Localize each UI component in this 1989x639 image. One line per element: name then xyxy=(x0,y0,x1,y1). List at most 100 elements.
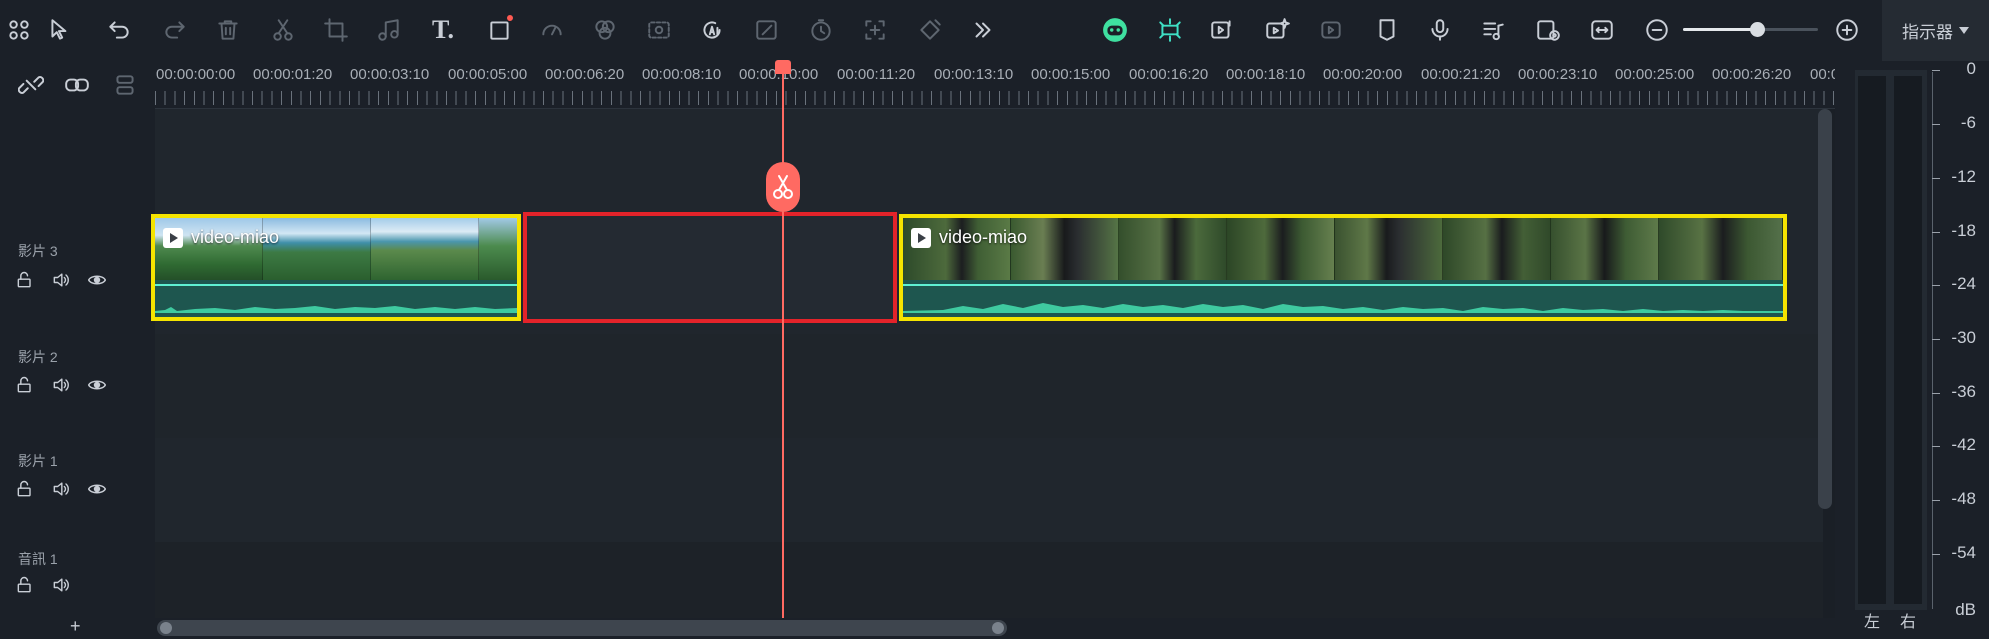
video-clip-beach[interactable]: video-miao xyxy=(151,214,521,321)
unlink-icon[interactable] xyxy=(16,70,46,100)
db-label: -12 xyxy=(1951,167,1976,186)
db-label: 0 xyxy=(1966,59,1976,78)
playhead-handle[interactable] xyxy=(775,60,791,74)
volume-icon[interactable] xyxy=(49,573,73,597)
lock-icon[interactable] xyxy=(13,268,37,292)
more-tools-icon[interactable] xyxy=(968,15,998,45)
timecode-label: 00:00:26:20 xyxy=(1712,66,1792,83)
timecode-label: 00:00:08:10 xyxy=(642,66,722,83)
layout-grid-icon[interactable] xyxy=(4,15,34,45)
lane-video-1[interactable] xyxy=(155,438,1823,542)
volume-icon[interactable] xyxy=(49,477,73,501)
add-track-button[interactable]: + xyxy=(70,616,81,637)
timecode-label: 00:00:06:20 xyxy=(545,66,625,83)
thumbnail-frame xyxy=(1659,218,1783,280)
undo-icon[interactable] xyxy=(104,15,134,45)
text-tool-icon[interactable]: T. xyxy=(428,15,458,45)
ai-video-icon[interactable] xyxy=(1262,15,1292,45)
render-preview-icon[interactable] xyxy=(1316,15,1346,45)
horizontal-scrollbar[interactable] xyxy=(157,620,1007,636)
meter-left-channel xyxy=(1858,76,1886,604)
dropdown-triangle-icon xyxy=(1959,27,1969,34)
timecode-label: 00:00:20:00 xyxy=(1323,66,1403,83)
ai-tool-icon[interactable] xyxy=(697,15,727,45)
select-pointer-icon[interactable] xyxy=(45,15,75,45)
track-header-audio-1: 音訊 1 xyxy=(0,542,155,618)
visibility-eye-icon[interactable] xyxy=(85,268,109,292)
link-clips-icon[interactable] xyxy=(62,70,92,100)
video-editor-timeline: T. 指示器 00:00:00:00 00:00:01:20 00:00:03:… xyxy=(0,0,1989,639)
track-header-video-3: 影片 3 xyxy=(0,109,155,334)
playhead-line[interactable] xyxy=(782,61,784,639)
audio-mixer-icon[interactable] xyxy=(1478,15,1508,45)
preview-quality-icon[interactable] xyxy=(1533,15,1563,45)
color-match-icon[interactable] xyxy=(590,15,620,45)
meter-tick xyxy=(1932,178,1940,179)
shape-box-icon[interactable] xyxy=(485,15,515,45)
clip-name: video-miao xyxy=(939,227,1028,247)
freeze-frame-icon[interactable] xyxy=(860,15,890,45)
meter-right-channel xyxy=(1894,76,1922,604)
timeline-tracks[interactable] xyxy=(155,109,1823,618)
zoom-in-icon[interactable] xyxy=(1832,15,1862,45)
crop-icon[interactable] xyxy=(321,15,351,45)
thumbnail-frame xyxy=(1011,218,1119,280)
split-scissors-icon[interactable] xyxy=(268,15,298,45)
microphone-icon[interactable] xyxy=(1425,15,1455,45)
lock-icon[interactable] xyxy=(13,573,37,597)
meter-tab[interactable]: 指示器 xyxy=(1882,0,1989,61)
audio-music-icon[interactable] xyxy=(374,15,404,45)
timecode-label: 00:00:01:20 xyxy=(253,66,333,83)
lock-icon[interactable] xyxy=(13,373,37,397)
video-clip-photographer[interactable]: video-miao xyxy=(899,214,1787,321)
timecode-label: 00:00:25:00 xyxy=(1615,66,1695,83)
visibility-eye-icon[interactable] xyxy=(85,373,109,397)
track-name: 影片 2 xyxy=(18,349,58,365)
scroll-start-handle[interactable] xyxy=(160,622,172,634)
track-name: 影片 3 xyxy=(18,243,58,259)
meter-tick xyxy=(1932,285,1940,286)
clip-audio-waveform xyxy=(155,280,517,317)
ai-edit-icon[interactable] xyxy=(752,15,782,45)
lane-audio-1[interactable] xyxy=(155,542,1823,618)
meter-tick xyxy=(1932,124,1940,125)
scroll-end-handle[interactable] xyxy=(992,622,1004,634)
thumbnail-frame xyxy=(1551,218,1659,280)
timecode-label: 00:00:03:10 xyxy=(350,66,430,83)
zoom-out-icon[interactable] xyxy=(1642,15,1672,45)
waveform-graphic xyxy=(155,306,517,313)
vertical-scroll-thumb[interactable] xyxy=(1818,109,1832,509)
speed-icon[interactable] xyxy=(537,15,567,45)
clip-title: video-miao xyxy=(911,227,1027,248)
delete-icon[interactable] xyxy=(213,15,243,45)
marker-icon[interactable] xyxy=(1372,15,1402,45)
meter-scale xyxy=(1932,72,1933,609)
fit-timeline-icon[interactable] xyxy=(1587,15,1617,45)
lock-icon[interactable] xyxy=(13,477,37,501)
lane-video-2[interactable] xyxy=(155,334,1823,438)
redo-icon[interactable] xyxy=(160,15,190,45)
keyframe-icon[interactable] xyxy=(915,15,945,45)
timecode-label: 00:00:05:00 xyxy=(448,66,528,83)
track-layout-icon[interactable] xyxy=(110,70,140,100)
zoom-slider[interactable] xyxy=(1683,22,1818,37)
thumbnail-frame xyxy=(1443,218,1551,280)
thumbnail-frame xyxy=(1335,218,1443,280)
track-header-video-1: 影片 1 xyxy=(0,438,155,542)
track-name: 影片 1 xyxy=(18,453,58,469)
zoom-slider-thumb[interactable] xyxy=(1750,22,1765,37)
db-label: -48 xyxy=(1951,489,1976,508)
volume-icon[interactable] xyxy=(49,373,73,397)
timecode-label: 00:00:16:20 xyxy=(1129,66,1209,83)
timer-icon[interactable] xyxy=(806,15,836,45)
split-at-playhead-button[interactable] xyxy=(766,162,800,212)
ai-mask-icon[interactable] xyxy=(644,15,674,45)
vertical-scrollbar[interactable] xyxy=(1818,109,1832,509)
volume-icon[interactable] xyxy=(49,268,73,292)
snap-magnet-icon[interactable] xyxy=(1155,15,1185,45)
auto-ripple-icon[interactable] xyxy=(1207,15,1237,45)
ai-copilot-icon[interactable] xyxy=(1100,15,1130,45)
timeline-ruler[interactable]: 00:00:00:00 00:00:01:20 00:00:03:10 00:0… xyxy=(155,61,1835,109)
visibility-eye-icon[interactable] xyxy=(85,477,109,501)
timeline-gap-highlight[interactable] xyxy=(523,212,897,323)
